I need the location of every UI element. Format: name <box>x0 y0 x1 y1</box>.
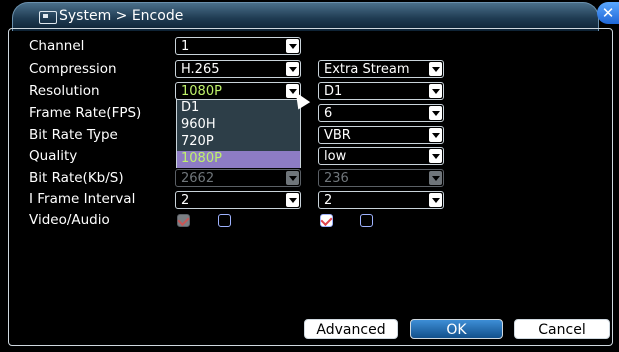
close-icon: ✕ <box>601 4 615 22</box>
chevron-down-icon[interactable] <box>429 62 442 76</box>
extra-quality-value: low <box>324 149 347 164</box>
extra-bit-rate-input: 236 <box>318 169 444 187</box>
extra-i-frame-interval-value: 2 <box>324 193 333 208</box>
audio-checkbox-extra[interactable] <box>360 214 373 227</box>
extra-frame-rate-value: 6 <box>324 106 333 121</box>
extra-i-frame-interval-select[interactable]: 2 <box>318 191 444 209</box>
chevron-down-icon[interactable] <box>429 193 442 207</box>
title-bar: System > Encode <box>12 2 599 31</box>
extra-bit-rate-value: 236 <box>324 171 349 186</box>
extra-resolution-value: D1 <box>324 84 343 99</box>
label-i-frame-interval: I Frame Interval <box>29 191 136 207</box>
close-button[interactable]: ✕ <box>597 2 619 24</box>
extra-bit-rate-type-value: VBR <box>324 128 351 143</box>
stream-type-select[interactable]: Extra Stream <box>318 60 444 78</box>
resolution-select[interactable]: 1080P <box>175 82 301 100</box>
ok-button[interactable]: OK <box>410 319 503 339</box>
extra-quality-select[interactable]: low <box>318 147 444 165</box>
chevron-down-icon <box>429 171 442 185</box>
chevron-down-icon[interactable] <box>429 128 442 142</box>
chevron-down-icon[interactable] <box>286 62 299 76</box>
label-channel: Channel <box>29 38 85 54</box>
resolution-option-selected[interactable]: 1080P <box>177 151 300 168</box>
i-frame-interval-value: 2 <box>181 193 190 208</box>
resolution-value: 1080P <box>181 84 222 99</box>
window-title: System > Encode <box>59 8 184 24</box>
channel-value: 1 <box>181 39 190 54</box>
chevron-down-icon <box>286 171 299 185</box>
label-bit-rate: Bit Rate(Kb/S) <box>29 170 124 186</box>
resolution-option[interactable]: 960H <box>177 117 300 134</box>
advanced-button[interactable]: Advanced <box>304 319 398 339</box>
channel-select[interactable]: 1 <box>175 37 301 55</box>
resolution-option[interactable]: D1 <box>177 100 300 117</box>
video-checkbox-extra[interactable] <box>320 214 333 227</box>
bit-rate-value: 2662 <box>181 171 215 186</box>
label-resolution: Resolution <box>29 83 100 99</box>
chevron-down-icon[interactable] <box>429 106 442 120</box>
encode-dialog: System > Encode ✕ Channel Compression Re… <box>0 0 619 352</box>
label-video-audio: Video/Audio <box>29 212 110 228</box>
chevron-down-icon[interactable] <box>429 149 442 163</box>
label-frame-rate: Frame Rate(FPS) <box>29 105 142 121</box>
chevron-down-icon[interactable] <box>286 39 299 53</box>
chevron-down-icon[interactable] <box>429 84 442 98</box>
system-icon <box>39 11 57 24</box>
stream-type-value: Extra Stream <box>324 62 410 77</box>
compression-value: H.265 <box>181 62 220 77</box>
label-compression: Compression <box>29 61 117 77</box>
audio-checkbox-main[interactable] <box>218 214 231 227</box>
video-checkbox-main <box>177 214 190 227</box>
extra-resolution-select[interactable]: D1 <box>318 82 444 100</box>
chevron-down-icon[interactable] <box>286 193 299 207</box>
i-frame-interval-select[interactable]: 2 <box>175 191 301 209</box>
extra-bit-rate-type-select[interactable]: VBR <box>318 126 444 144</box>
bit-rate-input: 2662 <box>175 169 301 187</box>
resolution-option[interactable]: 720P <box>177 134 300 151</box>
compression-select[interactable]: H.265 <box>175 60 301 78</box>
label-quality: Quality <box>29 148 78 164</box>
label-bit-rate-type: Bit Rate Type <box>29 127 118 143</box>
extra-frame-rate-select[interactable]: 6 <box>318 104 444 122</box>
resolution-dropdown-list: D1 960H 720P 1080P <box>176 99 301 168</box>
cancel-button[interactable]: Cancel <box>514 319 610 339</box>
